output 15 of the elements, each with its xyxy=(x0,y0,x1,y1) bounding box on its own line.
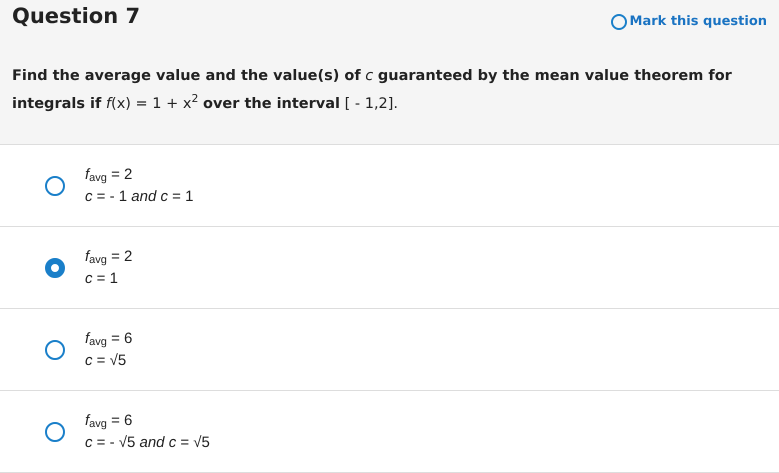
radio-button[interactable] xyxy=(45,422,65,442)
answer-text: f$_{avg}$ = 6 xyxy=(85,410,134,432)
answer-text: f$_{avg}$ = 2 xyxy=(85,246,132,268)
mark-question-toggle[interactable]: Mark this question xyxy=(610,12,767,32)
radio-button[interactable] xyxy=(45,340,65,360)
radio-button[interactable] xyxy=(45,258,65,278)
radio-button[interactable] xyxy=(45,176,65,196)
answer-text: c = - 1 and c = 1 xyxy=(85,186,194,206)
answer-text: f$_{avg}$ = 6 xyxy=(85,328,132,350)
answer-text: c = - √5 and c = √5 xyxy=(85,432,210,452)
answer-text: c = √5 xyxy=(85,350,128,370)
answer-text: f$_{avg}$ = 2 xyxy=(85,164,134,186)
question-text: Find the average value and the value(s) of c guaranteed by the mean value theorem for integrals if f(x) = 1 + x$^{2}$ over the interval [ - 1,2]. xyxy=(12,66,733,114)
question-title: Question 7 xyxy=(12,4,140,30)
answer-text: c = 1 xyxy=(85,268,119,288)
